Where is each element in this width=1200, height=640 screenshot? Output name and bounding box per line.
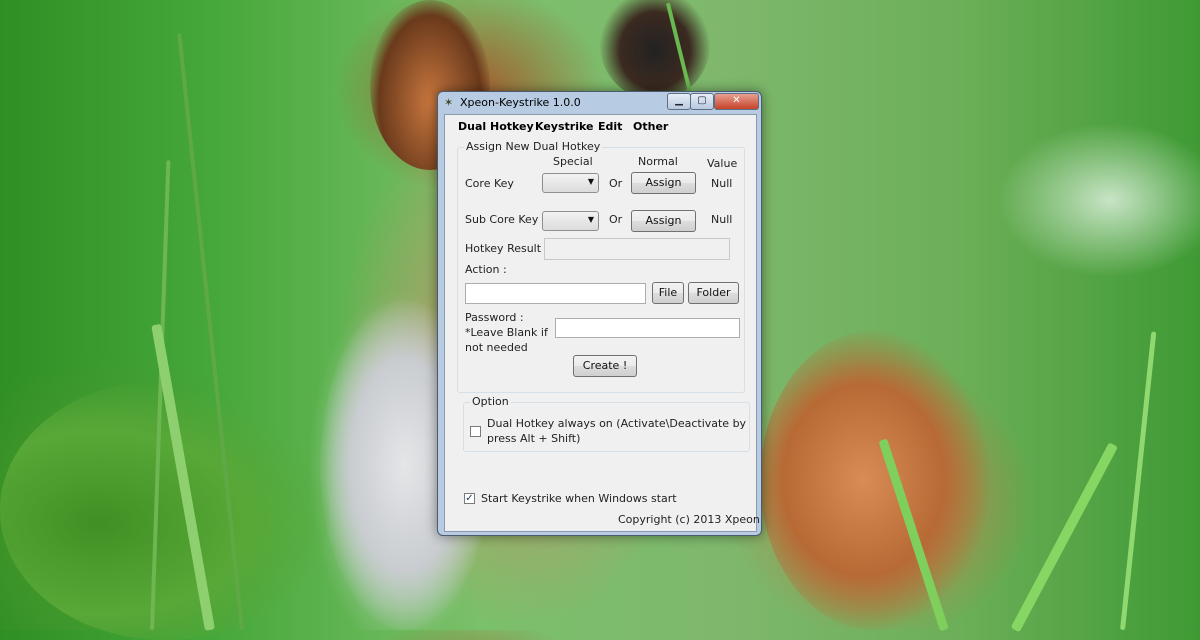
clover-leaves	[0, 380, 330, 640]
sub-core-key-label: Sub Core Key	[465, 213, 539, 226]
grass-blade	[151, 323, 215, 631]
chevron-down-icon: ▼	[587, 215, 594, 224]
sub-core-key-value: Null	[711, 213, 733, 226]
password-hint-line2: not needed	[465, 341, 528, 354]
hotkey-result-field	[544, 238, 730, 260]
copyright-text: Copyright (c) 2013 Xpeon	[618, 513, 760, 526]
assign-group-title: Assign New Dual Hotkey	[464, 140, 603, 153]
menu-keystrike[interactable]: Keystrike	[535, 120, 593, 133]
menu-edit[interactable]: Edit	[598, 120, 622, 133]
grass-blade	[177, 33, 244, 631]
fox-ear-right	[600, 0, 710, 100]
fox-tail	[760, 330, 990, 630]
action-input[interactable]	[465, 283, 646, 304]
sub-core-key-or-label: Or	[609, 213, 623, 226]
password-label: Password :	[465, 311, 524, 324]
grass-blade	[665, 2, 694, 101]
title-bar[interactable]: ✶ Xpeon-Keystrike 1.0.0 ▁ ▢ ✕	[438, 92, 761, 114]
core-key-value: Null	[711, 177, 733, 190]
maximize-button[interactable]: ▢	[690, 93, 714, 110]
core-key-assign-button[interactable]: Assign	[631, 172, 696, 194]
menu-other[interactable]: Other	[633, 120, 668, 133]
core-key-label: Core Key	[465, 177, 514, 190]
value-column-label: Value	[707, 157, 738, 170]
folder-button[interactable]: Folder	[688, 282, 739, 304]
core-key-special-select[interactable]: ▼	[542, 173, 599, 193]
option-group-title: Option	[470, 395, 511, 408]
grass-blade	[1010, 442, 1119, 633]
grass-blade	[1120, 331, 1157, 631]
client-area: Dual Hotkey Keystrike Edit Other Assign …	[444, 114, 760, 532]
app-icon: ✶	[444, 96, 454, 109]
start-with-windows-checkbox[interactable]: ✓	[464, 493, 475, 504]
menu-bar: Dual Hotkey Keystrike Edit Other	[445, 115, 756, 135]
core-key-or-label: Or	[609, 177, 623, 190]
chevron-down-icon: ▼	[587, 177, 594, 186]
minimize-button[interactable]: ▁	[667, 93, 691, 110]
close-button[interactable]: ✕	[714, 93, 759, 110]
create-button[interactable]: Create !	[573, 355, 637, 377]
grass-blade	[878, 438, 949, 632]
file-button[interactable]: File	[652, 282, 684, 304]
password-hint-line1: *Leave Blank if	[465, 326, 548, 339]
password-input[interactable]	[555, 318, 740, 338]
normal-column-label: Normal	[638, 155, 678, 168]
menu-dual-hotkey[interactable]: Dual Hotkey	[458, 120, 534, 133]
action-label: Action :	[465, 263, 507, 276]
window-title: Xpeon-Keystrike 1.0.0	[460, 96, 581, 109]
sub-core-key-special-select[interactable]: ▼	[542, 211, 599, 231]
sub-core-key-assign-button[interactable]: Assign	[631, 210, 696, 232]
dual-hotkey-always-on-label-line1: Dual Hotkey always on (Activate\Deactiva…	[487, 417, 747, 430]
dual-hotkey-always-on-checkbox[interactable]	[470, 426, 481, 437]
start-with-windows-label: Start Keystrike when Windows start	[481, 492, 677, 505]
app-window: ✶ Xpeon-Keystrike 1.0.0 ▁ ▢ ✕ Dual Hotke…	[437, 91, 762, 536]
special-column-label: Special	[553, 155, 593, 168]
dual-hotkey-always-on-label-line2: press Alt + Shift)	[487, 432, 581, 445]
hotkey-result-label: Hotkey Result :	[465, 242, 549, 255]
